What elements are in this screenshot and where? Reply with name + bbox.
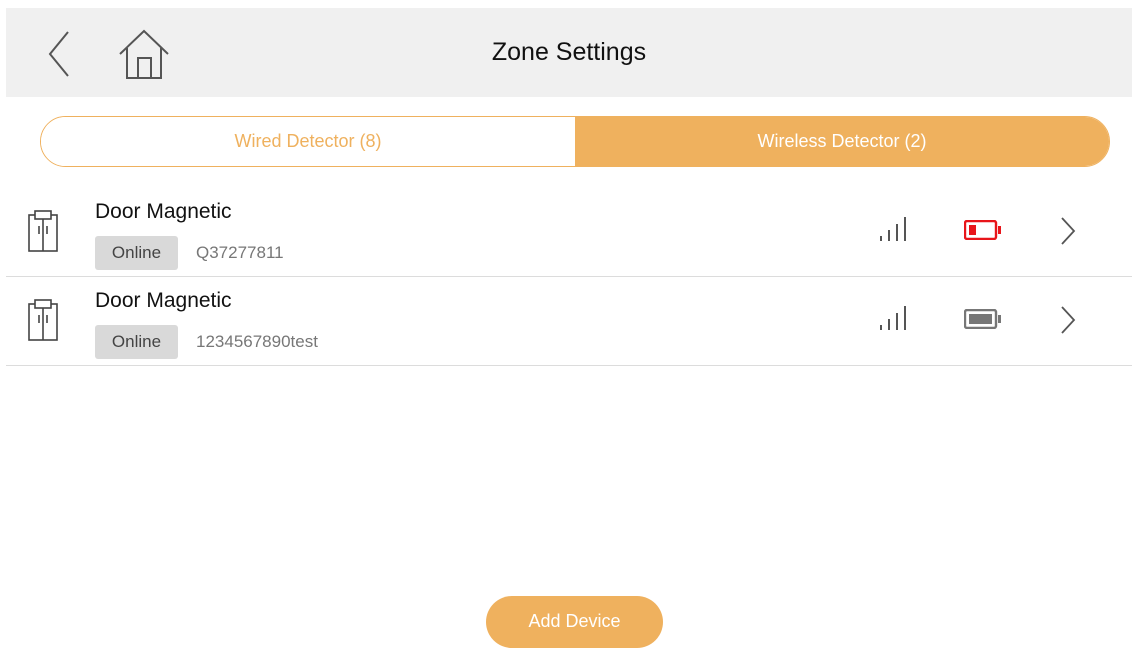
battery-full-icon xyxy=(964,309,1001,329)
chevron-right-icon xyxy=(1061,306,1076,334)
home-button[interactable] xyxy=(114,26,174,82)
page-title: Zone Settings xyxy=(491,38,647,66)
device-serial: Q37277811 xyxy=(196,243,284,262)
home-icon xyxy=(119,29,169,79)
back-button[interactable] xyxy=(42,28,86,80)
tab-wired-detector[interactable]: Wired Detector (8) xyxy=(41,117,575,166)
status-badge: Online xyxy=(95,236,178,270)
top-bar: Zone Settings xyxy=(6,8,1132,97)
device-serial: 1234567890test xyxy=(196,332,318,351)
chevron-right-icon xyxy=(1061,217,1076,245)
signal-icon xyxy=(880,306,906,330)
tab-wireless-detector[interactable]: Wireless Detector (2) xyxy=(575,117,1109,166)
detector-tabs: Wired Detector (8) Wireless Detector (2) xyxy=(40,116,1110,167)
battery-low-icon xyxy=(964,220,1001,240)
door-magnetic-icon xyxy=(28,210,58,252)
chevron-left-icon xyxy=(48,31,69,77)
device-name: Door Magnetic xyxy=(95,200,232,223)
device-name: Door Magnetic xyxy=(95,289,232,312)
add-device-button[interactable]: Add Device xyxy=(486,596,663,648)
list-item[interactable]: Door Magnetic Online 1234567890test xyxy=(6,277,1132,366)
list-item[interactable]: Door Magnetic Online Q37277811 xyxy=(6,188,1132,277)
status-badge: Online xyxy=(95,325,178,359)
door-magnetic-icon xyxy=(28,299,58,341)
signal-icon xyxy=(880,217,906,241)
